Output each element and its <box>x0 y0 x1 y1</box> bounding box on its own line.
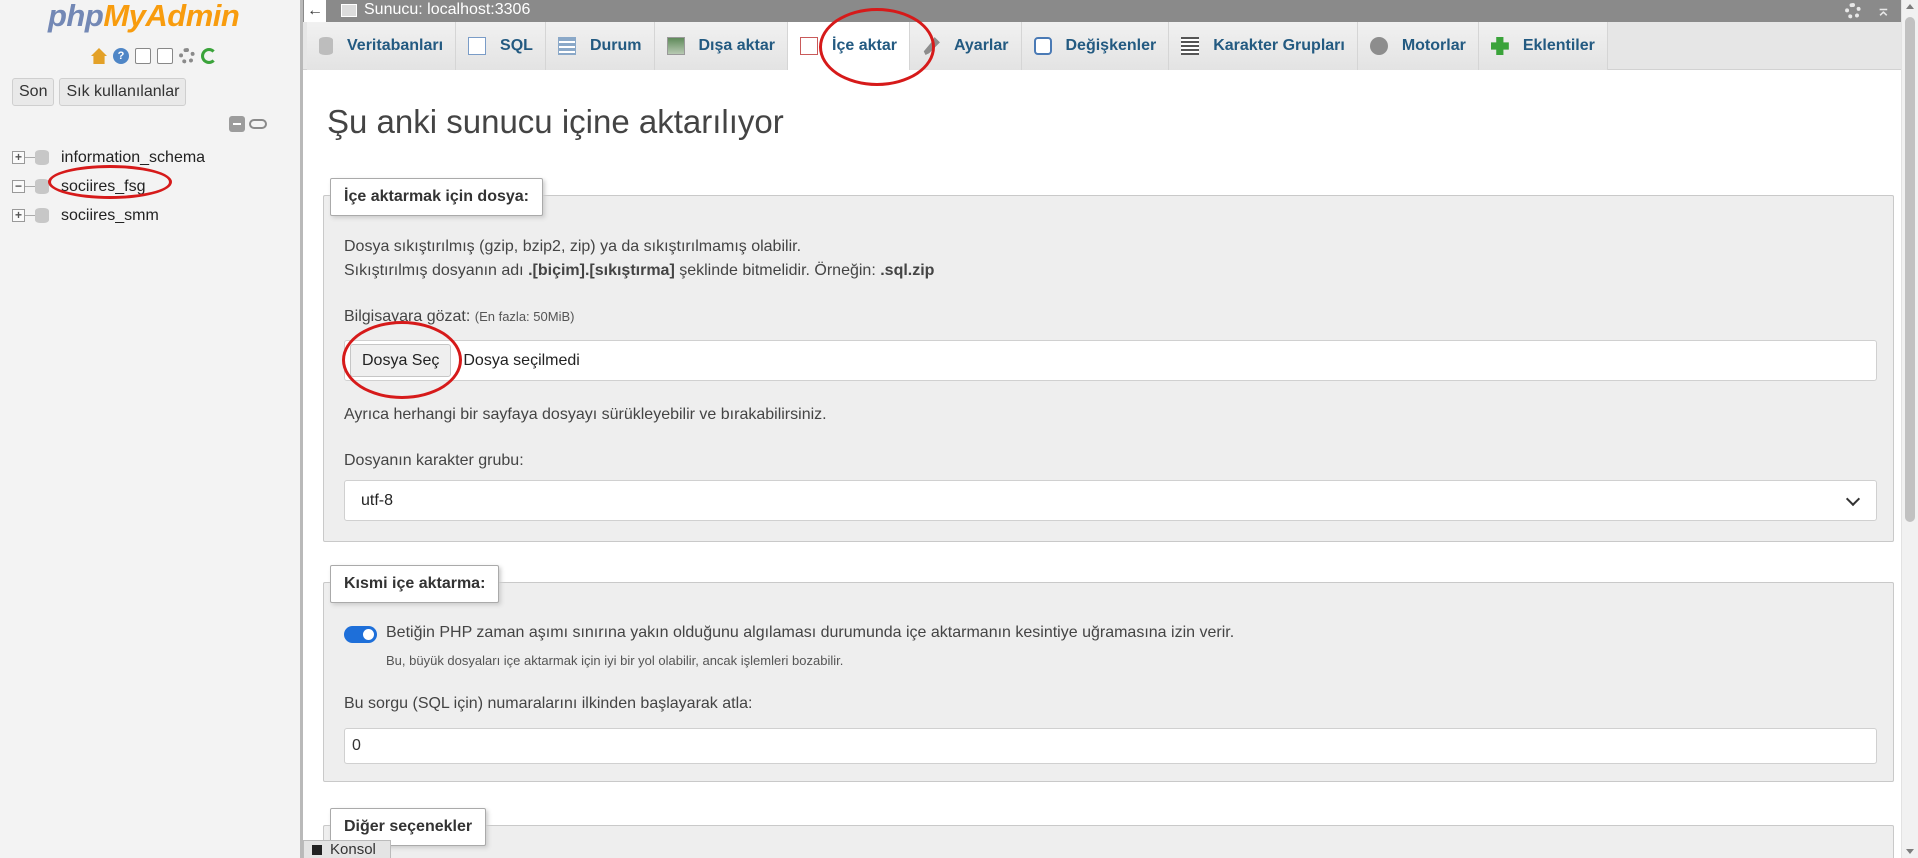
drag-drop-hint: Ayrıca herhangi bir sayfaya dosyayı sürü… <box>344 406 827 423</box>
page-scrollbar[interactable] <box>1901 0 1918 858</box>
plugins-icon <box>1490 37 1509 55</box>
tab-engines[interactable]: Motorlar <box>1357 22 1479 70</box>
scrollbar-thumb[interactable] <box>1905 17 1915 522</box>
server-tabs: Veritabanları SQL Durum Dışa aktar İçe a… <box>303 22 1901 70</box>
tab-plugins[interactable]: Eklentiler <box>1478 22 1608 70</box>
compression-note: Dosya sıkıştırılmış (gzip, bzip2, zip) y… <box>344 238 802 255</box>
choose-file-button[interactable]: Dosya Seç <box>350 344 452 377</box>
sql-icon <box>468 37 487 55</box>
tab-charsets[interactable]: Karakter Grupları <box>1169 22 1358 70</box>
file-status-text: Dosya seçilmedi <box>463 351 580 369</box>
collapse-top-icon[interactable]: ⌅ <box>1876 0 1891 21</box>
status-icon <box>557 37 576 55</box>
link-with-main-icon[interactable] <box>249 119 267 129</box>
tree-item-sociires-smm[interactable]: + sociires_smm <box>12 201 205 230</box>
file-to-import-section: İçe aktarmak için dosya: Dosya sıkıştırı… <box>323 178 1894 542</box>
allow-interrupt-label[interactable]: Betiğin PHP zaman aşımı sınırına yakın o… <box>386 624 1234 642</box>
scroll-up-arrow-icon[interactable] <box>1906 4 1914 9</box>
charset-select[interactable]: utf-8 <box>344 480 1877 521</box>
phpmyadmin-logo[interactable]: phpMyAdmin <box>48 0 240 34</box>
allow-interrupt-toggle[interactable] <box>344 626 377 643</box>
server-title[interactable]: Sunucu: localhost:3306 <box>364 1 530 19</box>
database-name[interactable]: sociires_smm <box>61 207 159 225</box>
tree-item-sociires-fsg[interactable]: − sociires_fsg <box>12 172 205 201</box>
section-legend: Kısmi içe aktarma: <box>330 565 500 603</box>
file-input[interactable]: Dosya Seç Dosya seçilmedi <box>344 340 1877 381</box>
database-icon <box>35 208 49 223</box>
import-icon <box>800 37 818 55</box>
favorites-button[interactable]: Sık kullanılanlar <box>59 78 187 106</box>
collapse-all-icon[interactable] <box>229 116 245 132</box>
export-icon <box>666 37 685 55</box>
expand-icon[interactable]: + <box>12 151 25 164</box>
reload-icon[interactable] <box>201 48 217 64</box>
allow-interrupt-hint: Bu, büyük dosyaları içe aktarmak için iy… <box>386 653 844 668</box>
database-tree: + information_schema − sociires_fsg + so… <box>12 143 205 230</box>
chevron-down-icon <box>1845 491 1861 507</box>
database-name[interactable]: information_schema <box>61 149 205 167</box>
engines-icon <box>1369 37 1388 55</box>
browse-label: Bilgisayara gözat: (En fazla: 50MiB) <box>344 308 575 325</box>
tab-databases[interactable]: Veritabanları <box>307 22 457 70</box>
nav-icon-row: ? <box>91 48 217 64</box>
home-icon[interactable] <box>91 48 107 64</box>
other-options-section: Diğer seçenekler <box>323 808 1894 858</box>
variables-icon <box>1033 37 1052 55</box>
console-toggle[interactable]: Konsol <box>303 840 391 858</box>
server-breadcrumb-bar: ← Sunucu: localhost:3306 ⌅ <box>303 0 1901 22</box>
server-icon <box>341 4 357 17</box>
navigation-panel: phpMyAdmin ? Son Sık kullanılanlar + inf… <box>0 0 300 858</box>
tab-settings[interactable]: Ayarlar <box>909 22 1022 70</box>
scroll-down-arrow-icon[interactable] <box>1906 849 1914 854</box>
skip-queries-label: Bu sorgu (SQL için) numaralarını ilkinde… <box>344 695 753 712</box>
tab-variables[interactable]: Değişkenler <box>1021 22 1170 70</box>
partial-import-section: Kısmi içe aktarma: Betiğin PHP zaman aşı… <box>323 565 1894 782</box>
tree-item-information-schema[interactable]: + information_schema <box>12 143 205 172</box>
filename-format-note: Sıkıştırılmış dosyanın adı .[biçim].[sık… <box>344 262 935 279</box>
tab-export[interactable]: Dışa aktar <box>654 22 788 70</box>
tab-import[interactable]: İçe aktar <box>788 22 910 70</box>
recent-button[interactable]: Son <box>12 78 55 106</box>
tab-status[interactable]: Durum <box>545 22 655 70</box>
settings-gear-icon[interactable] <box>1845 3 1861 19</box>
back-arrow-icon[interactable]: ← <box>304 0 326 22</box>
section-legend: İçe aktarmak için dosya: <box>330 178 543 216</box>
recent-favorites-tabs: Son Sık kullanılanlar <box>12 78 187 106</box>
console-icon <box>312 844 322 855</box>
documentation-icon[interactable] <box>135 48 151 64</box>
database-icon <box>319 37 333 55</box>
database-icon <box>35 150 49 165</box>
gear-icon[interactable] <box>179 48 195 64</box>
expand-icon[interactable]: + <box>12 209 25 222</box>
skip-queries-input[interactable]: 0 <box>344 728 1877 764</box>
page-title: Şu anki sunucu içine aktarılıyor <box>327 103 784 140</box>
wrench-icon <box>923 37 940 55</box>
tree-controls <box>229 116 267 132</box>
copy-icon[interactable] <box>157 48 173 64</box>
database-name[interactable]: sociires_fsg <box>61 178 145 196</box>
help-icon[interactable]: ? <box>113 48 129 64</box>
collapse-icon[interactable]: − <box>12 180 25 193</box>
tab-sql[interactable]: SQL <box>456 22 546 70</box>
charset-icon <box>1181 37 1200 55</box>
charset-label: Dosyanın karakter grubu: <box>344 452 524 469</box>
main-content: Şu anki sunucu içine aktarılıyor İçe akt… <box>303 70 1901 858</box>
database-icon <box>35 179 49 194</box>
